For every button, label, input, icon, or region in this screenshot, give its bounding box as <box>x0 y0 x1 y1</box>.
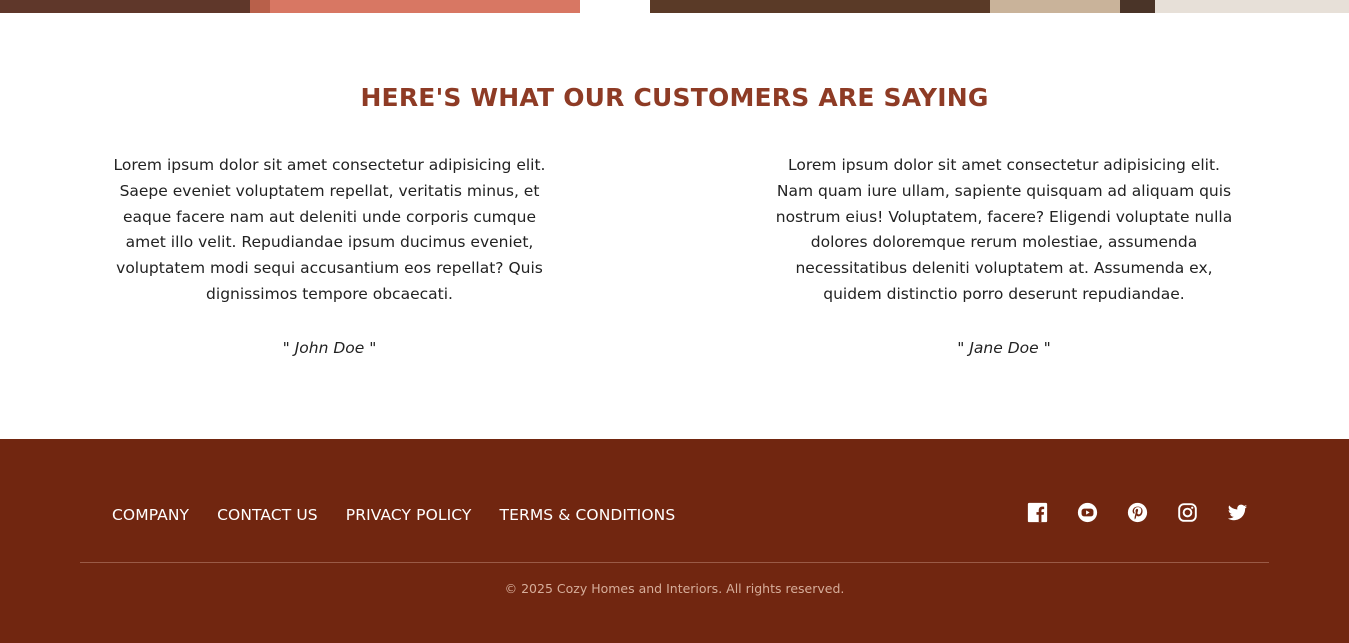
hero-image-strip <box>0 0 1349 13</box>
footer-divider <box>80 562 1269 563</box>
testimonial-author: " Jane Doe " <box>957 338 1051 357</box>
footer-link-contact-us[interactable]: CONTACT US <box>217 506 318 524</box>
footer-link-terms-conditions[interactable]: TERMS & CONDITIONS <box>500 506 676 524</box>
site-footer: COMPANY CONTACT US PRIVACY POLICY TERMS … <box>0 439 1349 643</box>
testimonial-quote: Lorem ipsum dolor sit amet consectetur a… <box>113 156 546 303</box>
testimonial-card: Lorem ipsum dolor sit amet consectetur a… <box>109 153 550 357</box>
copyright-text: © 2025 Cozy Homes and Interiors. All rig… <box>504 581 845 596</box>
twitter-icon[interactable] <box>1227 502 1248 523</box>
footer-link-company[interactable]: COMPANY <box>112 506 189 524</box>
pinterest-icon[interactable] <box>1127 502 1148 523</box>
section-title: HERE'S WHAT OUR CUSTOMERS ARE SAYING <box>360 83 989 112</box>
instagram-icon[interactable] <box>1177 502 1198 523</box>
footer-nav: COMPANY CONTACT US PRIVACY POLICY TERMS … <box>112 506 675 524</box>
testimonials-section: HERE'S WHAT OUR CUSTOMERS ARE SAYING Lor… <box>0 13 1349 439</box>
youtube-icon[interactable] <box>1077 502 1098 523</box>
facebook-icon[interactable] <box>1027 502 1048 523</box>
testimonial-quote: Lorem ipsum dolor sit amet consectetur a… <box>775 156 1233 303</box>
testimonial-card: Lorem ipsum dolor sit amet consectetur a… <box>774 153 1234 357</box>
social-links <box>1027 502 1248 523</box>
testimonial-author: " John Doe " <box>282 338 377 357</box>
footer-link-privacy-policy[interactable]: PRIVACY POLICY <box>346 506 472 524</box>
